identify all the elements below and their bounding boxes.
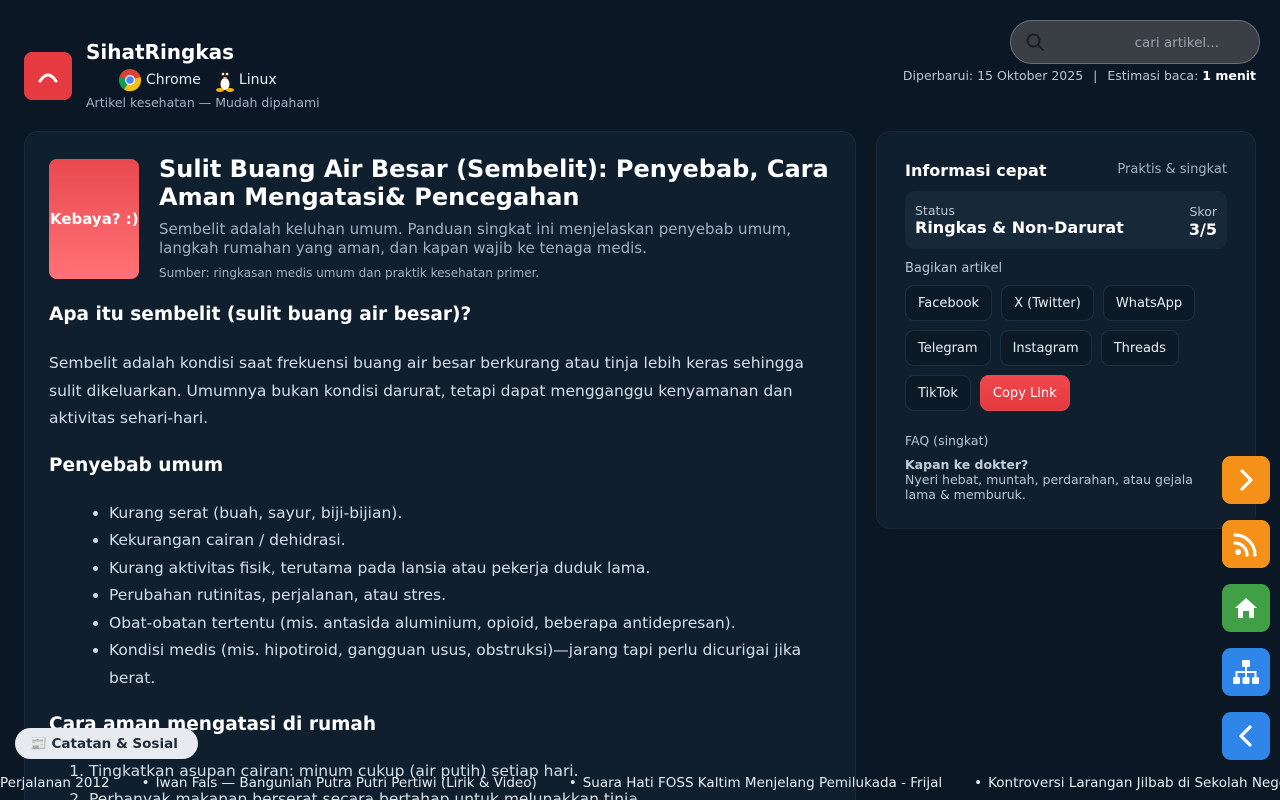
search-input[interactable] (1055, 31, 1245, 55)
home-icon (1235, 598, 1257, 618)
share-facebook-button[interactable]: Facebook (905, 285, 993, 321)
section-heading-what: Apa itu sembelit (sulit buang air besar)… (49, 304, 472, 325)
ticker-bullet: • (974, 775, 983, 791)
list-item: Kurang aktivitas fisik, terutama pada la… (109, 555, 839, 583)
share-buttons: Facebook X (Twitter) WhatsApp Telegram I… (905, 285, 1235, 420)
chevron-left-icon (1239, 725, 1252, 747)
site-logo[interactable] (24, 52, 72, 100)
chevron-right-icon (1240, 469, 1253, 491)
status-value: Ringkas & Non-Darurat (915, 218, 1124, 237)
faq-label: FAQ (singkat) (905, 433, 989, 448)
faq-question: Kapan ke dokter? (905, 457, 1029, 472)
status-box: Status Ringkas & Non-Darurat Skor 3/5 (905, 191, 1227, 249)
list-item: Perubahan rutinitas, perjalanan, atau st… (109, 582, 839, 610)
ticker-item[interactable]: Kontroversi Larangan Jilbab di Sekolah N… (988, 775, 1280, 791)
faq-answer: Nyeri hebat, muntah, perdarahan, atau ge… (905, 472, 1193, 502)
score-value: 3/5 (1188, 220, 1217, 239)
article-lead: Sembelit adalah keluhan umum. Panduan si… (159, 220, 792, 257)
ticker-bullet: • (568, 775, 577, 791)
article-title: Sulit Buang Air Besar (Sembelit): Penyeb… (159, 155, 829, 211)
sitemap-button[interactable] (1222, 648, 1270, 696)
section-heading-causes: Penyebab umum (49, 454, 224, 476)
chrome-icon (118, 68, 142, 92)
rss-button[interactable] (1222, 520, 1270, 568)
rss-icon (1233, 533, 1257, 557)
copy-link-button[interactable]: Copy Link (979, 375, 1070, 411)
share-telegram-button[interactable]: Telegram (905, 330, 991, 366)
next-article-button[interactable] (1222, 456, 1270, 504)
list-item: Kekurangan cairan / dehidrasi. (109, 527, 839, 555)
share-twitter-button[interactable]: X (Twitter) (1001, 285, 1094, 321)
brand-name[interactable]: SihatRingkas (86, 40, 234, 64)
thumbnail-text: Kebaya? :) (50, 210, 139, 228)
causes-list: Kurang serat (buah, sayur, biji-bijian).… (109, 500, 839, 693)
platform-linux-label: Linux (238, 72, 277, 88)
platform-list: Chrome Linux (118, 68, 291, 92)
list-item: Obat-obatan tertentu (mis. antasida alum… (109, 610, 839, 638)
share-tiktok-button[interactable]: TikTok (905, 375, 971, 411)
previous-article-button[interactable] (1222, 712, 1270, 760)
updated-date: Diperbarui: 15 Oktober 2025 (902, 68, 1084, 83)
list-item: Kurang serat (buah, sayur, biji-bijian). (109, 500, 839, 528)
ticker-bullet: • (141, 775, 150, 791)
section-text-what: Sembelit adalah kondisi saat frekuensi b… (49, 354, 804, 427)
platform-chrome-label: Chrome (146, 72, 201, 88)
notes-social-button[interactable]: 📰 Catatan & Sosial (15, 728, 198, 759)
meta-separator: | (1093, 68, 1098, 83)
share-instagram-button[interactable]: Instagram (999, 330, 1092, 366)
sitemap-icon (1233, 660, 1259, 684)
quick-info-panel: Informasi cepat Praktis & singkat Status… (876, 131, 1256, 529)
linux-icon (215, 68, 235, 92)
news-ticker: Perjalanan 2012 • Iwan Fals — Bangunlah Pu… (0, 775, 1280, 793)
quick-info-subtitle: Praktis & singkat (1117, 162, 1227, 177)
article-source: Sumber: ringkasan medis umum dan praktik… (159, 266, 540, 280)
article-meta: Diperbarui: 15 Oktober 2025 | Estimasi bac… (903, 68, 1256, 83)
search-box[interactable] (1010, 20, 1260, 64)
platform-linux: Linux (215, 68, 277, 92)
score-label: Skor (1189, 204, 1217, 219)
article-card: Kebaya? :) Sulit Buang Air Besar (Sembel… (24, 131, 856, 800)
list-item: Kondisi medis (mis. hipotiroid, gangguan… (109, 637, 839, 692)
ticker-item[interactable]: Suara Hati FOSS Kaltim Menjelang Pemiluk… (583, 775, 942, 791)
quick-info-title: Informasi cepat (905, 161, 1047, 180)
article-body: Apa itu sembelit (sulit buang air besar)… (49, 302, 839, 800)
share-whatsapp-button[interactable]: WhatsApp (1102, 285, 1196, 321)
read-time-value: 1 menit (1202, 68, 1256, 83)
ticker-item[interactable]: Iwan Fals — Bangunlah Putra Putri Pertiw… (156, 775, 537, 791)
article-thumbnail: Kebaya? :) (49, 159, 139, 279)
platform-chrome: Chrome (118, 68, 201, 92)
read-time-label: Estimasi baca: (1107, 68, 1199, 83)
share-threads-button[interactable]: Threads (1100, 330, 1179, 366)
home-button[interactable] (1222, 584, 1270, 632)
search-icon (1025, 32, 1045, 56)
site-tagline: Artikel kesehatan — Mudah dipahami (86, 95, 320, 110)
status-label: Status (915, 203, 955, 218)
share-label: Bagikan artikel (905, 261, 1003, 276)
logo-mark-icon (38, 73, 58, 83)
ticker-item[interactable]: Perjalanan 2012 (0, 775, 110, 791)
